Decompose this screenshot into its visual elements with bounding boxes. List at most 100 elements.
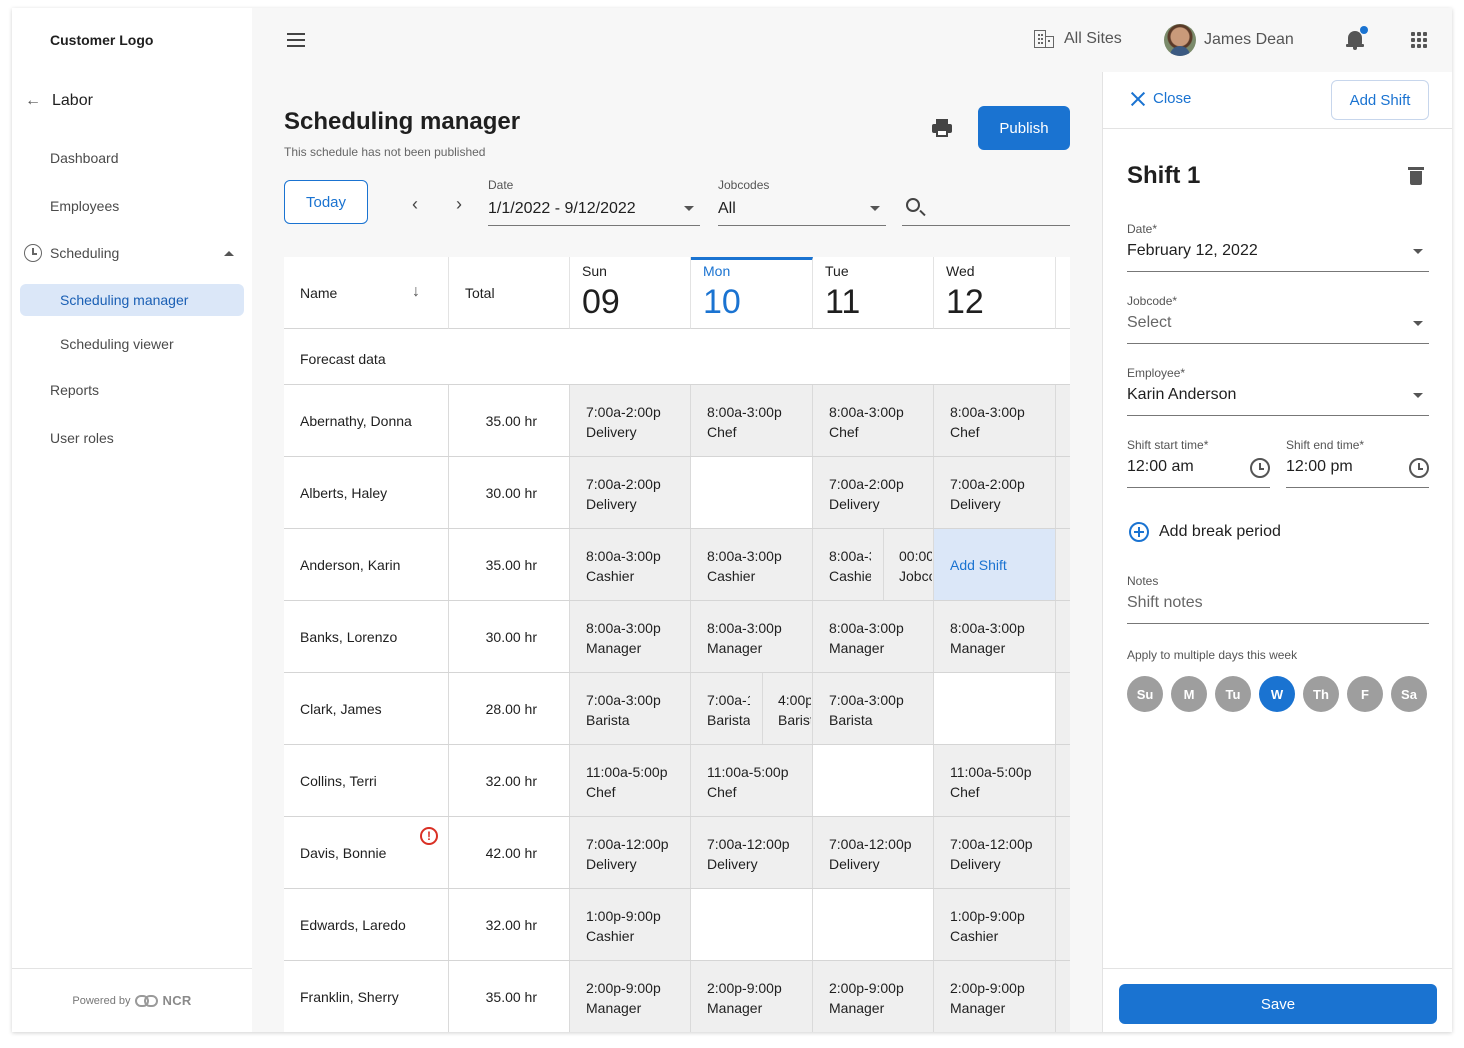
empty-cell-tue[interactable]: [813, 745, 934, 816]
clock-icon[interactable]: [1409, 458, 1429, 478]
shift-block[interactable]: 7:00a-12:00p Delivery: [707, 834, 790, 874]
weekday-toggle[interactable]: Su: [1127, 676, 1163, 712]
shift-block[interactable]: 8:00a-3:00p Manager: [586, 618, 661, 658]
shift-block[interactable]: 2:00p-9:00p Manager: [829, 978, 904, 1018]
site-selector[interactable]: All Sites: [1034, 30, 1122, 48]
shift-cell-mon[interactable]: 8:00a-3:00p Cashier: [691, 529, 813, 600]
add-shift-link[interactable]: Add Shift: [950, 557, 1007, 573]
back-to-labor[interactable]: ← Labor: [24, 92, 93, 110]
shift-cell-sun[interactable]: 8:00a-3:00p Manager: [570, 601, 691, 672]
shift-cell-mon[interactable]: 2:00p-9:00p Manager: [691, 961, 813, 1032]
sidebar-item-reports[interactable]: Reports: [50, 382, 99, 398]
user-menu[interactable]: James Dean: [1164, 24, 1294, 56]
shift-block[interactable]: 2:00p-9:00p Manager: [950, 978, 1025, 1018]
shift-block[interactable]: 7:00a-2:00p Delivery: [829, 474, 904, 514]
chevron-left-icon[interactable]: ‹: [412, 194, 418, 215]
save-button[interactable]: Save: [1119, 984, 1437, 1024]
shift-cell-tue[interactable]: 2:00p-9:00p Manager: [813, 961, 934, 1032]
shift-block[interactable]: 2:00p-9:00p Manager: [586, 978, 661, 1018]
shift-block[interactable]: 7:00a-2:00p Delivery: [586, 474, 661, 514]
sidebar-item-user-roles[interactable]: User roles: [50, 430, 114, 446]
shift-block[interactable]: 7:00a-12:00p Delivery: [586, 834, 669, 874]
shift-block[interactable]: 11:00a-5:00p Chef: [586, 762, 667, 802]
shift-block[interactable]: 11:00a-5:00p Chef: [950, 762, 1031, 802]
shift-cell-wed[interactable]: 8:00a-3:00p Manager: [934, 601, 1056, 672]
shift-block[interactable]: 8:00a-3:00p Cashier: [829, 546, 871, 586]
day-header-sun[interactable]: Sun 09: [570, 257, 691, 329]
shift-block[interactable]: 2:00p-9:00p Manager: [707, 978, 782, 1018]
jobcode-field[interactable]: Jobcode* Select: [1127, 294, 1429, 344]
jobcodes-select[interactable]: Jobcodes All: [718, 178, 886, 226]
shift-cell-tue[interactable]: 8:00a-3:00p Chef: [813, 385, 934, 456]
chevron-right-icon[interactable]: ›: [456, 194, 462, 215]
shift-block[interactable]: 7:00a-2:00p Delivery: [950, 474, 1025, 514]
shift-cell-wed[interactable]: 2:00p-9:00p Manager: [934, 961, 1056, 1032]
shift-end-field[interactable]: Shift end time* 12:00 pm: [1286, 438, 1429, 488]
date-field[interactable]: Date* February 12, 2022: [1127, 222, 1429, 272]
add-break-button[interactable]: Add break period: [1129, 522, 1281, 542]
sidebar-item-scheduling[interactable]: Scheduling: [24, 244, 240, 262]
shift-block[interactable]: 7:00a-12:00p Delivery: [829, 834, 912, 874]
publish-button[interactable]: Publish: [978, 106, 1070, 150]
search-input[interactable]: [902, 192, 1070, 226]
shift-block[interactable]: 8:00a-3:00p Manager: [707, 618, 782, 658]
shift-cell-tue[interactable]: 8:00a-3:00p Manager: [813, 601, 934, 672]
shift-block[interactable]: 8:00a-3:00p Cashier: [707, 546, 782, 586]
menu-icon[interactable]: [287, 33, 305, 47]
shift-cell-wed[interactable]: 1:00p-9:00p Cashier: [934, 889, 1056, 960]
shift-block[interactable]: 8:00a-3:00p Manager: [950, 618, 1025, 658]
shift-block[interactable]: 7:00a-2:00p Delivery: [586, 402, 661, 442]
day-header-wed[interactable]: Wed 12: [934, 257, 1056, 329]
shift-cell-sun[interactable]: 8:00a-3:00p Cashier: [570, 529, 691, 600]
clock-icon[interactable]: [1250, 458, 1270, 478]
shift-block[interactable]: 7:00a-3:00p Barista: [829, 690, 904, 730]
empty-cell-wed[interactable]: [934, 673, 1056, 744]
shift-block[interactable]: 7:00a-3:00p Barista: [586, 690, 661, 730]
shift-cell-mon[interactable]: 8:00a-3:00p Manager: [691, 601, 813, 672]
shift-cell-sun[interactable]: 7:00a-2:00p Delivery: [570, 385, 691, 456]
shift-cell-mon[interactable]: 7:00a-11:00a Barista 4:00p-8:00p Barista: [691, 673, 813, 744]
shift-block[interactable]: 1:00p-9:00p Cashier: [586, 906, 661, 946]
empty-cell-tue[interactable]: [813, 889, 934, 960]
weekday-toggle[interactable]: F: [1347, 676, 1383, 712]
shift-cell-sun[interactable]: 2:00p-9:00p Manager: [570, 961, 691, 1032]
sidebar-item-dashboard[interactable]: Dashboard: [50, 150, 119, 166]
shift-cell-tue[interactable]: 7:00a-3:00p Barista: [813, 673, 934, 744]
day-header-mon[interactable]: Mon 10: [691, 257, 813, 329]
weekday-toggle[interactable]: M: [1171, 676, 1207, 712]
shift-cell-sun[interactable]: 7:00a-12:00p Delivery: [570, 817, 691, 888]
today-button[interactable]: Today: [284, 180, 368, 224]
add-shift-cell-wed[interactable]: Add Shift: [934, 529, 1056, 600]
empty-cell-mon[interactable]: [691, 457, 813, 528]
shift-cell-wed[interactable]: 11:00a-5:00p Chef: [934, 745, 1056, 816]
shift-block[interactable]: 7:00a-12:00p Delivery: [950, 834, 1033, 874]
shift-block[interactable]: 8:00a-3:00p Cashier: [586, 546, 661, 586]
empty-cell-mon[interactable]: [691, 889, 813, 960]
employee-field[interactable]: Employee* Karin Anderson: [1127, 366, 1429, 416]
shift-cell-mon[interactable]: 11:00a-5:00p Chef: [691, 745, 813, 816]
notes-field[interactable]: Notes Shift notes: [1127, 574, 1429, 624]
weekday-toggle[interactable]: W: [1259, 676, 1295, 712]
print-icon[interactable]: [932, 118, 952, 138]
shift-cell-mon[interactable]: 8:00a-3:00p Chef: [691, 385, 813, 456]
shift-cell-wed[interactable]: 7:00a-12:00p Delivery: [934, 817, 1056, 888]
shift-block[interactable]: 11:00a-5:00p Chef: [707, 762, 788, 802]
shift-cell-mon[interactable]: 7:00a-12:00p Delivery: [691, 817, 813, 888]
date-range-select[interactable]: Date 1/1/2022 - 9/12/2022: [488, 178, 700, 226]
warning-icon[interactable]: !: [420, 827, 438, 845]
shift-block[interactable]: 4:00p-8:00p Barista: [778, 690, 811, 730]
arrow-down-icon[interactable]: ↓: [412, 283, 420, 301]
shift-cell-sun[interactable]: 1:00p-9:00p Cashier: [570, 889, 691, 960]
shift-cell-tue[interactable]: 7:00a-2:00p Delivery: [813, 457, 934, 528]
shift-block[interactable]: 8:00a-3:00p Chef: [950, 402, 1025, 442]
shift-block[interactable]: 1:00p-9:00p Cashier: [950, 906, 1025, 946]
shift-cell-wed[interactable]: 8:00a-3:00p Chef: [934, 385, 1056, 456]
shift-cell-tue[interactable]: 7:00a-12:00p Delivery: [813, 817, 934, 888]
shift-cell-sun[interactable]: 11:00a-5:00p Chef: [570, 745, 691, 816]
sidebar-item-employees[interactable]: Employees: [50, 198, 119, 214]
close-button[interactable]: Close: [1131, 90, 1191, 107]
day-header-tue[interactable]: Tue 11: [813, 257, 934, 329]
shift-cell-wed[interactable]: 7:00a-2:00p Delivery: [934, 457, 1056, 528]
shift-start-field[interactable]: Shift start time* 12:00 am: [1127, 438, 1270, 488]
weekday-toggle[interactable]: Th: [1303, 676, 1339, 712]
